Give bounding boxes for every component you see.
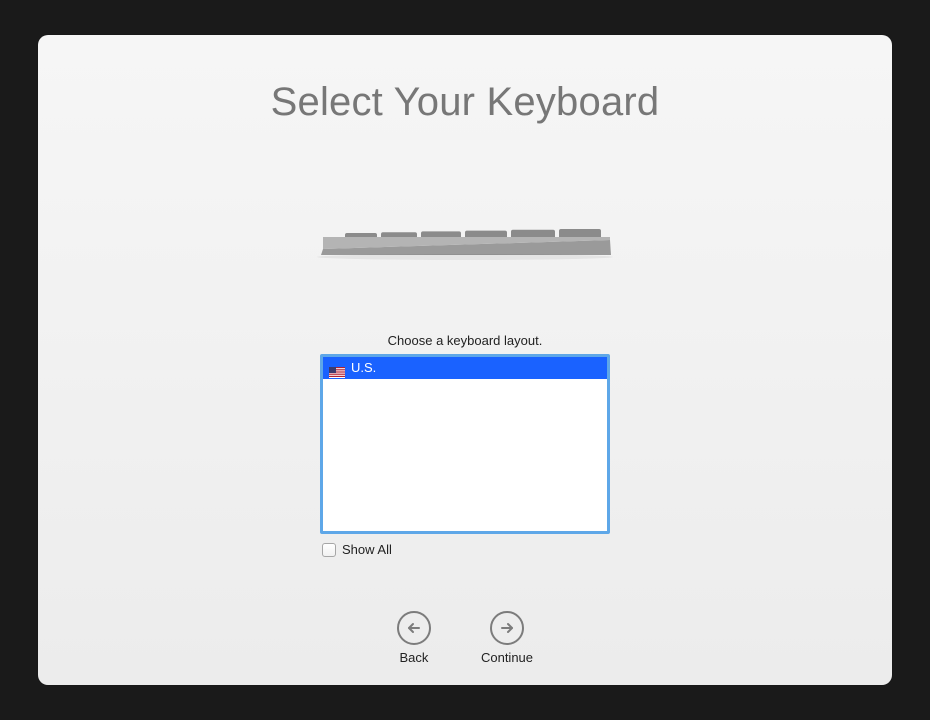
back-button[interactable]: Back: [397, 611, 431, 665]
back-label: Back: [400, 650, 429, 665]
navigation-row: Back Continue: [38, 611, 892, 665]
continue-label: Continue: [481, 650, 533, 665]
show-all-row: Show All: [320, 542, 610, 557]
layout-option-us[interactable]: U.S.: [323, 357, 607, 379]
show-all-label: Show All: [342, 542, 392, 557]
layout-option-label: U.S.: [351, 357, 376, 379]
prompt-text: Choose a keyboard layout.: [320, 333, 610, 348]
keyboard-illustration: [315, 215, 615, 275]
page-title: Select Your Keyboard: [38, 80, 892, 125]
keyboard-layout-selector: Choose a keyboard layout.: [320, 333, 610, 557]
arrow-right-icon: [490, 611, 524, 645]
show-all-checkbox[interactable]: [322, 543, 336, 557]
us-flag-icon: [329, 363, 345, 374]
arrow-left-icon: [397, 611, 431, 645]
continue-button[interactable]: Continue: [481, 611, 533, 665]
keyboard-layout-listbox[interactable]: U.S.: [320, 354, 610, 534]
setup-assistant-window: Select Your Keyboard Choose a keyboard l…: [38, 35, 892, 685]
